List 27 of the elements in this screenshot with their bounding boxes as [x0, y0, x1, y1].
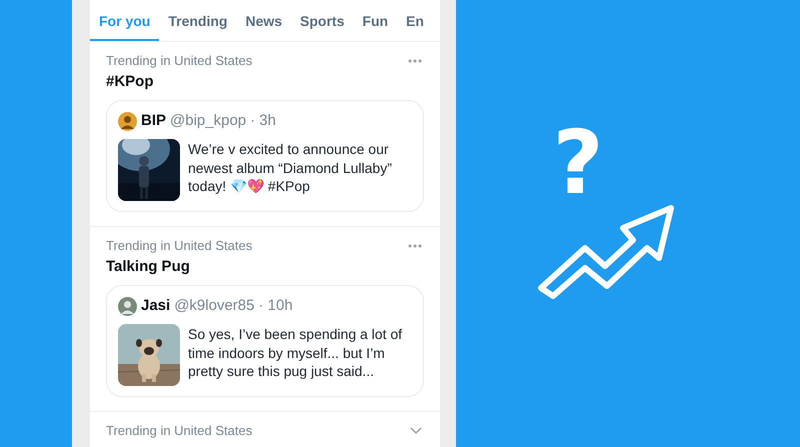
tab[interactable]: En	[397, 0, 433, 41]
trend-title[interactable]: #KPop	[106, 72, 424, 92]
more-icon[interactable]	[408, 59, 422, 63]
tab[interactable]: Sports	[291, 0, 354, 41]
tab[interactable]: For you	[90, 0, 160, 41]
trend-context: Trending in United States	[106, 237, 252, 255]
trend-context: Trending in United States	[106, 52, 252, 70]
more-icon[interactable]	[408, 244, 422, 248]
author-handle: @bip_kpop	[170, 111, 246, 131]
tweet-text: So yes, I’ve been spending a lot of time indoors by myself... but I’m pretty sure this pug just said...	[188, 325, 404, 381]
tweet-card[interactable]: Jasi @k9lover85 · 10h So yes, I’ve been spending a lot of time indoors by myself... but I’m pretty sure this pug just said...	[106, 285, 424, 397]
tweet-card[interactable]: BIP @bip_kpop · 3h We’re v excited to announce our newest album “Diamond Lullaby” today! 💎💖 #KPop	[106, 100, 424, 212]
avatar[interactable]	[118, 296, 137, 316]
question-mark: ?	[552, 118, 604, 208]
tab[interactable]: Fun	[353, 0, 398, 41]
author-handle: @k9lover85	[174, 296, 254, 316]
tweet-time: · 10h	[258, 296, 293, 316]
tweet-text: We’re v excited to announce our newest album “Diamond Lullaby” today! 💎💖 #KPop	[188, 140, 393, 196]
tab[interactable]: News	[236, 0, 292, 41]
trend-title[interactable]: Talking Pug	[106, 257, 424, 277]
author-name: Jasi	[141, 296, 170, 316]
trend-context: Trending in United States	[106, 422, 252, 440]
author-name: BIP	[141, 111, 166, 131]
avatar[interactable]	[118, 112, 137, 130]
chevron-down-icon[interactable]	[410, 427, 422, 435]
tweet-time: · 3h	[250, 111, 276, 131]
tab[interactable]: Trending	[159, 0, 236, 41]
